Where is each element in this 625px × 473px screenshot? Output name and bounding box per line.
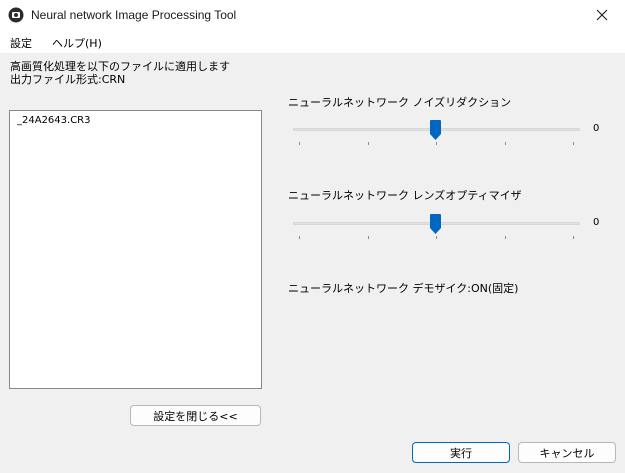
file-list[interactable]: _24A2643.CR3 xyxy=(9,110,262,389)
slider-tick xyxy=(299,142,300,145)
slider-tick xyxy=(573,142,574,145)
slider-thumb[interactable] xyxy=(430,120,441,140)
execute-button[interactable]: 実行 xyxy=(412,442,510,463)
slider-tick xyxy=(436,142,437,145)
slider-tick xyxy=(299,236,300,239)
title-bar: Neural network Image Processing Tool xyxy=(0,0,625,30)
menu-help[interactable]: ヘルプ(H) xyxy=(52,35,102,51)
demosaic-label: ニューラルネットワーク デモザイク:ON(固定) xyxy=(288,282,519,295)
info-text-output-format: 出力ファイル形式:CRN xyxy=(10,73,126,86)
cancel-button[interactable]: キャンセル xyxy=(518,442,616,463)
close-icon xyxy=(596,9,608,21)
slider-tick xyxy=(505,142,506,145)
list-item[interactable]: _24A2643.CR3 xyxy=(17,115,91,126)
slider-tick xyxy=(368,236,369,239)
window-title: Neural network Image Processing Tool xyxy=(31,8,237,22)
app-icon xyxy=(8,7,24,23)
close-button[interactable] xyxy=(579,0,625,30)
lens-optimizer-slider[interactable] xyxy=(293,214,580,240)
lens-optimizer-label: ニューラルネットワーク レンズオプティマイザ xyxy=(288,189,522,202)
noise-reduction-slider[interactable] xyxy=(293,120,580,146)
info-text-apply: 高画質化処理を以下のファイルに適用します xyxy=(10,60,230,73)
slider-tick xyxy=(368,142,369,145)
lens-optimizer-value: 0 xyxy=(593,217,600,228)
slider-tick xyxy=(573,236,574,239)
slider-tick xyxy=(436,236,437,239)
slider-tick xyxy=(505,236,506,239)
menu-settings[interactable]: 設定 xyxy=(10,35,32,51)
slider-thumb[interactable] xyxy=(430,214,441,234)
close-settings-button[interactable]: 設定を閉じる<< xyxy=(130,405,261,426)
noise-reduction-value: 0 xyxy=(593,123,600,134)
menu-bar: 設定 ヘルプ(H) xyxy=(0,30,625,53)
noise-reduction-label: ニューラルネットワーク ノイズリダクション xyxy=(288,96,512,109)
